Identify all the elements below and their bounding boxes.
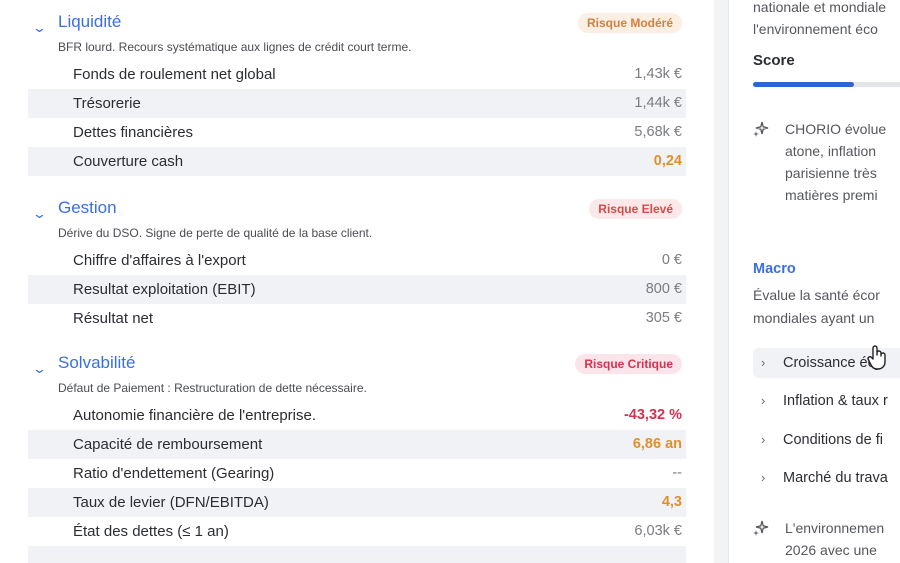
row-label: Couverture cash	[73, 153, 184, 170]
risk-badge: Risque Elevé	[589, 199, 682, 219]
row-label: Capacité de remboursement	[73, 436, 263, 453]
table-row: Chiffre d'affaires à l'export 0 €	[28, 246, 686, 275]
row-label: Dettes financières	[73, 124, 194, 141]
table-row: État des dettes (≤ 1 an) 6,03k €	[28, 517, 686, 546]
accordion-label: Conditions de fi	[783, 432, 883, 448]
row-value: --	[672, 465, 682, 481]
table-row-partial	[28, 546, 686, 563]
insight-text: CHORIO évolue atone, inflation parisienn…	[785, 118, 886, 206]
row-value: -43,32 %	[623, 407, 682, 423]
row-value: 800 €	[645, 281, 682, 297]
score-bar	[753, 82, 900, 87]
table-row: Couverture cash 0,24	[28, 147, 686, 176]
table-row: Dettes financières 5,68k €	[28, 118, 686, 147]
chevron-right-icon: ›	[761, 393, 766, 408]
row-value: 0 €	[661, 252, 682, 268]
insight-line: atone, inflation	[785, 143, 877, 159]
table-row: Autonomie financière de l'entreprise. -43…	[28, 401, 686, 430]
macro-title: Macro	[753, 261, 796, 277]
context-line: nationale et mondiale	[753, 0, 887, 15]
section-description: BFR lourd. Recours systématique aux lign…	[58, 40, 412, 54]
row-value: 5,68k €	[634, 124, 682, 140]
row-label: Ratio d'endettement (Gearing)	[73, 465, 275, 482]
table-row: Résultat net 305 €	[28, 304, 686, 333]
accordion-item-conditions[interactable]: › Conditions de fi	[753, 425, 900, 455]
section-description: Défaut de Paiement : Restructuration de …	[58, 381, 367, 395]
risk-badge: Risque Modéré	[577, 13, 682, 33]
section-solvabilite: ⌄ Solvabilité Risque Critique Défaut de …	[28, 353, 686, 563]
financial-ratios-panel: ⌄ Liquidité Risque Modéré BFR lourd. Rec…	[0, 0, 714, 563]
score-bar-fill	[753, 82, 854, 87]
analysis-side-panel: nationale et mondiale l'environnement éc…	[728, 0, 900, 563]
section-header[interactable]: ⌄ Liquidité Risque Modéré	[28, 12, 686, 38]
section-description: Dérive du DSO. Signe de perte de qualité…	[58, 226, 373, 240]
row-value: 1,44k €	[634, 95, 682, 111]
section-gestion: ⌄ Gestion Risque Elevé Dérive du DSO. Si…	[28, 198, 686, 333]
score-label: Score	[753, 52, 795, 69]
table-row: Fonds de roulement net global 1,43k €	[28, 60, 686, 89]
context-line: l'environnement éco	[753, 21, 878, 37]
context-text: nationale et mondiale l'environnement éc…	[753, 0, 886, 40]
table-row: Ratio d'endettement (Gearing) --	[28, 459, 686, 488]
accordion-label: Marché du trava	[783, 470, 888, 486]
row-label: Resultat exploitation (EBIT)	[73, 281, 256, 298]
insight-line: matières premi	[785, 187, 878, 203]
chevron-right-icon: ›	[761, 470, 766, 485]
section-title: Solvabilité	[58, 353, 136, 372]
macro-desc-line: mondiales ayant un	[753, 310, 875, 326]
section-title: Gestion	[58, 198, 117, 217]
row-value: 4,3	[661, 494, 682, 510]
insight-line: parisienne très	[785, 165, 877, 181]
row-value: 0,24	[653, 153, 682, 169]
insight-line: 2026 avec une	[785, 542, 877, 558]
row-label: Fonds de roulement net global	[73, 66, 276, 83]
section-liquidite: ⌄ Liquidité Risque Modéré BFR lourd. Rec…	[28, 12, 686, 176]
macro-desc-line: Évalue la santé écor	[753, 287, 880, 303]
row-label: Autonomie financière de l'entreprise.	[73, 407, 317, 424]
row-value: 1,43k €	[634, 66, 682, 82]
table-row: Capacité de remboursement 6,86 an	[28, 430, 686, 459]
chevron-down-icon[interactable]: ⌄	[32, 206, 47, 222]
chevron-down-icon[interactable]: ⌄	[32, 20, 47, 36]
table-row: Trésorerie 1,44k €	[28, 89, 686, 118]
row-label: Résultat net	[73, 310, 154, 327]
section-header[interactable]: ⌄ Solvabilité Risque Critique	[28, 353, 686, 379]
sparkle-icon	[753, 121, 769, 137]
accordion-item-inflation[interactable]: › Inflation & taux r	[753, 386, 900, 416]
chevron-down-icon[interactable]: ⌄	[32, 361, 47, 377]
section-header[interactable]: ⌄ Gestion Risque Elevé	[28, 198, 686, 224]
section-title: Liquidité	[58, 12, 122, 31]
row-label: Chiffre d'affaires à l'export	[73, 252, 246, 269]
accordion-label: Inflation & taux r	[783, 393, 888, 409]
accordion-item-marche[interactable]: › Marché du trava	[753, 463, 900, 493]
insight-line: CHORIO évolue	[785, 121, 887, 137]
insight-line: L'environnemen	[785, 520, 885, 536]
row-label: État des dettes (≤ 1 an)	[73, 523, 229, 540]
macro-description: Évalue la santé écor mondiales ayant un	[753, 284, 880, 330]
table-row: Resultat exploitation (EBIT) 800 €	[28, 275, 686, 304]
row-label: Taux de levier (DFN/EBITDA)	[73, 494, 269, 511]
row-value: 305 €	[645, 310, 682, 326]
row-label: Trésorerie	[73, 95, 141, 112]
table-row: Taux de levier (DFN/EBITDA) 4,3	[28, 488, 686, 517]
risk-badge: Risque Critique	[575, 354, 682, 374]
chevron-right-icon: ›	[761, 432, 766, 447]
hand-pointer-icon	[866, 344, 888, 370]
row-value: 6,86 an	[632, 436, 682, 452]
insight-text: L'environnemen 2026 avec une	[785, 517, 884, 561]
row-value: 6,03k €	[634, 523, 682, 539]
chevron-right-icon: ›	[761, 355, 766, 370]
sparkle-icon	[753, 520, 769, 536]
